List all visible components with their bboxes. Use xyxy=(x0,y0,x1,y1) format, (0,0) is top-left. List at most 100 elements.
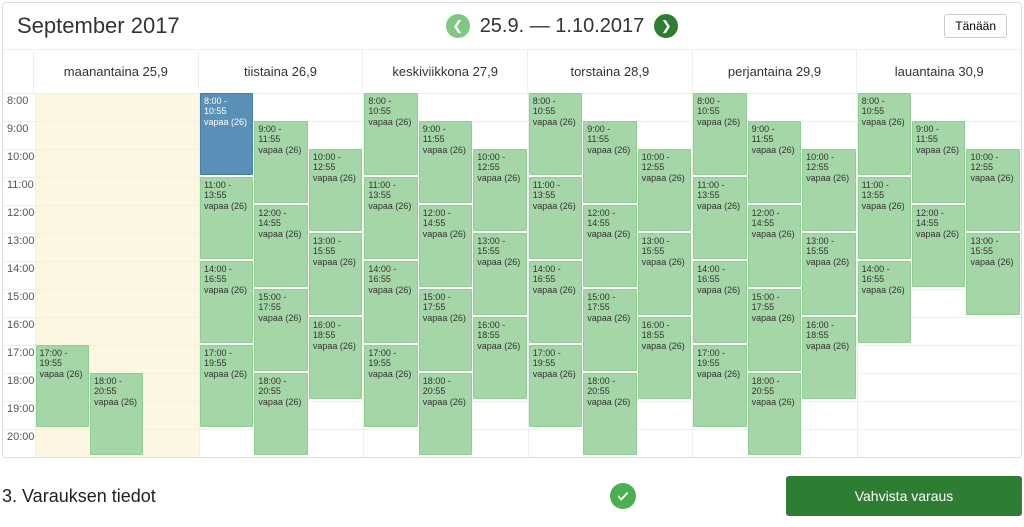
time-slot[interactable]: 16:00 - 18:55vapaa (26) xyxy=(802,317,855,399)
next-week-button[interactable]: ❯ xyxy=(654,14,678,38)
time-slot[interactable]: 9:00 - 11:55vapaa (26) xyxy=(748,121,801,203)
time-slot[interactable]: 8:00 - 10:55vapaa (26) xyxy=(693,93,746,175)
time-slot[interactable]: 10:00 - 12:55vapaa (26) xyxy=(473,149,526,231)
slot-time: 18:00 - 20:55 xyxy=(258,376,303,397)
time-slot[interactable]: 12:00 - 14:55vapaa (26) xyxy=(254,205,307,287)
slot-status: vapaa (26) xyxy=(368,117,413,127)
time-slot[interactable]: 11:00 - 13:55vapaa (26) xyxy=(200,177,253,259)
time-slot[interactable]: 17:00 - 19:55vapaa (26) xyxy=(200,345,253,427)
time-slot[interactable]: 10:00 - 12:55vapaa (26) xyxy=(966,149,1019,231)
slot-status: vapaa (26) xyxy=(970,257,1015,267)
slot-time: 17:00 - 19:55 xyxy=(204,348,249,369)
time-slot[interactable]: 13:00 - 15:55vapaa (26) xyxy=(473,233,526,315)
slot-status: vapaa (26) xyxy=(204,201,249,211)
slot-time: 15:00 - 17:55 xyxy=(752,292,797,313)
time-column: 8:009:0010:0011:0012:0013:0014:0015:0016… xyxy=(3,93,35,457)
time-slot[interactable]: 8:00 - 10:55vapaa (26) xyxy=(200,93,253,175)
confirm-button[interactable]: Vahvista varaus xyxy=(786,476,1022,516)
time-slot[interactable]: 14:00 - 16:55vapaa (26) xyxy=(529,261,582,343)
time-slot[interactable]: 11:00 - 13:55vapaa (26) xyxy=(693,177,746,259)
time-slot[interactable]: 13:00 - 15:55vapaa (26) xyxy=(966,233,1019,315)
time-slot[interactable]: 11:00 - 13:55vapaa (26) xyxy=(529,177,582,259)
time-slot[interactable]: 12:00 - 14:55vapaa (26) xyxy=(419,205,472,287)
time-slot[interactable]: 10:00 - 12:55vapaa (26) xyxy=(638,149,691,231)
time-slot[interactable]: 13:00 - 15:55vapaa (26) xyxy=(638,233,691,315)
slot-time: 14:00 - 16:55 xyxy=(368,264,413,285)
time-slot[interactable]: 13:00 - 15:55vapaa (26) xyxy=(802,233,855,315)
slot-time: 15:00 - 17:55 xyxy=(258,292,303,313)
time-slot[interactable]: 12:00 - 14:55vapaa (26) xyxy=(912,205,965,287)
hour-label: 9:00 xyxy=(3,121,35,149)
time-slot[interactable]: 18:00 - 20:55vapaa (26) xyxy=(583,373,636,455)
calendar-header: September 2017 ❮ 25.9. — 1.10.2017 ❯ Tän… xyxy=(3,3,1021,49)
prev-week-button[interactable]: ❮ xyxy=(446,14,470,38)
day-column: 8:00 - 10:55vapaa (26)9:00 - 11:55vapaa … xyxy=(199,93,363,457)
time-slot[interactable]: 16:00 - 18:55vapaa (26) xyxy=(309,317,362,399)
time-slot[interactable]: 17:00 - 19:55vapaa (26) xyxy=(364,345,417,427)
slot-status: vapaa (26) xyxy=(477,257,522,267)
slot-status: vapaa (26) xyxy=(806,257,851,267)
time-slot[interactable]: 16:00 - 18:55vapaa (26) xyxy=(473,317,526,399)
time-slot[interactable]: 15:00 - 17:55vapaa (26) xyxy=(748,289,801,371)
day-column: 8:00 - 10:55vapaa (26)9:00 - 11:55vapaa … xyxy=(857,93,1021,457)
slot-time: 8:00 - 10:55 xyxy=(204,96,249,117)
time-slot[interactable]: 10:00 - 12:55vapaa (26) xyxy=(309,149,362,231)
hour-label: 12:00 xyxy=(3,205,35,233)
time-slot[interactable]: 18:00 - 20:55vapaa (26) xyxy=(748,373,801,455)
time-slot[interactable]: 16:00 - 18:55vapaa (26) xyxy=(638,317,691,399)
slot-status: vapaa (26) xyxy=(423,145,468,155)
slot-status: vapaa (26) xyxy=(587,313,632,323)
day-header: keskiviikkona 27,9 xyxy=(362,50,527,93)
slot-time: 17:00 - 19:55 xyxy=(697,348,742,369)
calendar-grid: maanantaina 25,9tiistaina 26,9keskiviikk… xyxy=(3,49,1021,457)
time-slot[interactable]: 9:00 - 11:55vapaa (26) xyxy=(254,121,307,203)
slot-status: vapaa (26) xyxy=(587,229,632,239)
slot-time: 9:00 - 11:55 xyxy=(916,124,961,145)
slot-time: 8:00 - 10:55 xyxy=(368,96,413,117)
slot-status: vapaa (26) xyxy=(806,341,851,351)
time-slot[interactable]: 8:00 - 10:55vapaa (26) xyxy=(364,93,417,175)
slot-time: 13:00 - 15:55 xyxy=(806,236,851,257)
time-slot[interactable]: 14:00 - 16:55vapaa (26) xyxy=(200,261,253,343)
time-slot[interactable]: 9:00 - 11:55vapaa (26) xyxy=(583,121,636,203)
time-slot[interactable]: 18:00 - 20:55vapaa (26) xyxy=(419,373,472,455)
slot-time: 10:00 - 12:55 xyxy=(477,152,522,173)
time-slot[interactable]: 14:00 - 16:55vapaa (26) xyxy=(693,261,746,343)
section-title: 3. Varauksen tiedot xyxy=(2,486,156,507)
slot-time: 13:00 - 15:55 xyxy=(970,236,1015,257)
slot-status: vapaa (26) xyxy=(477,341,522,351)
time-slot[interactable]: 18:00 - 20:55vapaa (26) xyxy=(254,373,307,455)
time-slot[interactable]: 17:00 - 19:55vapaa (26) xyxy=(693,345,746,427)
time-slot[interactable]: 12:00 - 14:55vapaa (26) xyxy=(748,205,801,287)
slot-status: vapaa (26) xyxy=(587,145,632,155)
slot-time: 10:00 - 12:55 xyxy=(806,152,851,173)
time-slot[interactable]: 11:00 - 13:55vapaa (26) xyxy=(364,177,417,259)
slot-status: vapaa (26) xyxy=(423,397,468,407)
time-slot[interactable]: 17:00 - 19:55vapaa (26) xyxy=(36,345,89,427)
time-slot[interactable]: 11:00 - 13:55vapaa (26) xyxy=(858,177,911,259)
time-slot[interactable]: 17:00 - 19:55vapaa (26) xyxy=(529,345,582,427)
time-slot[interactable]: 9:00 - 11:55vapaa (26) xyxy=(419,121,472,203)
time-slot[interactable]: 8:00 - 10:55vapaa (26) xyxy=(529,93,582,175)
time-slot[interactable]: 15:00 - 17:55vapaa (26) xyxy=(254,289,307,371)
slot-time: 10:00 - 12:55 xyxy=(970,152,1015,173)
time-slot[interactable]: 15:00 - 17:55vapaa (26) xyxy=(583,289,636,371)
time-slot[interactable]: 13:00 - 15:55vapaa (26) xyxy=(309,233,362,315)
time-slot[interactable]: 12:00 - 14:55vapaa (26) xyxy=(583,205,636,287)
slot-status: vapaa (26) xyxy=(204,117,249,127)
time-slot[interactable]: 14:00 - 16:55vapaa (26) xyxy=(858,261,911,343)
time-slot[interactable]: 15:00 - 17:55vapaa (26) xyxy=(419,289,472,371)
today-button[interactable]: Tänään xyxy=(944,14,1007,38)
time-slot[interactable]: 9:00 - 11:55vapaa (26) xyxy=(912,121,965,203)
slot-time: 13:00 - 15:55 xyxy=(313,236,358,257)
slot-time: 9:00 - 11:55 xyxy=(423,124,468,145)
time-slot[interactable]: 10:00 - 12:55vapaa (26) xyxy=(802,149,855,231)
time-slot[interactable]: 18:00 - 20:55vapaa (26) xyxy=(90,373,143,455)
slot-status: vapaa (26) xyxy=(697,369,742,379)
time-slot[interactable]: 8:00 - 10:55vapaa (26) xyxy=(858,93,911,175)
slot-time: 13:00 - 15:55 xyxy=(642,236,687,257)
slot-time: 16:00 - 18:55 xyxy=(313,320,358,341)
slot-time: 11:00 - 13:55 xyxy=(204,180,249,201)
hour-label: 8:00 xyxy=(3,93,35,121)
time-slot[interactable]: 14:00 - 16:55vapaa (26) xyxy=(364,261,417,343)
